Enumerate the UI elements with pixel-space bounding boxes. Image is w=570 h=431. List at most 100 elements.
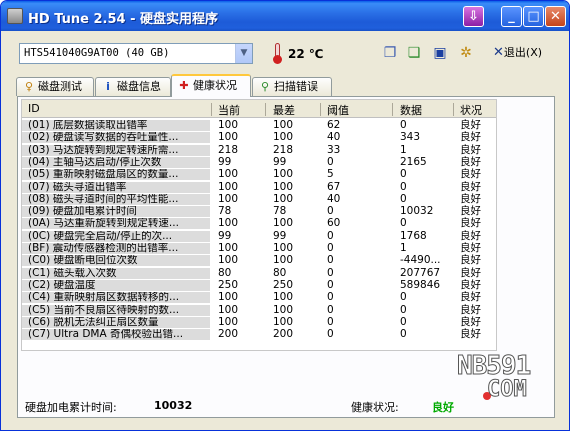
cell-current: 100 — [218, 168, 239, 181]
cell-data: 0 — [400, 291, 407, 304]
cell-status: 良好 — [460, 119, 481, 131]
temperature-readout: 22 ℃ — [288, 47, 324, 61]
table-row[interactable]: (04) 主轴马达启动/停止次数 99 99 0 2165 良好 — [22, 155, 496, 168]
table-row[interactable]: (05) 重新映射磁盘扇区的数量... 100 100 5 0 良好 — [22, 168, 496, 181]
cell-status: 良好 — [460, 205, 481, 218]
table-row[interactable]: (09) 硬盘加电累计时间 78 78 0 10032 良好 — [22, 205, 496, 218]
cell-worst: 78 — [273, 205, 287, 218]
cell-data: -4490... — [400, 254, 441, 267]
cell-current: 100 — [218, 242, 239, 254]
save-icon[interactable]: ▣ — [431, 44, 449, 62]
cell-status: 良好 — [460, 242, 481, 254]
smart-table[interactable]: ID 当前 最差 阈值 数据 状况 (01) 底层数据读取出错率 100 100 62… — [21, 99, 497, 351]
cell-threshold: 67 — [327, 180, 341, 193]
cell-current: 100 — [218, 291, 239, 304]
hdtune-app-icon — [7, 8, 23, 24]
cell-threshold: 0 — [327, 229, 334, 242]
cell-id: (0C) 硬盘完全启动/停止的次... — [22, 230, 210, 242]
health-value: 良好 — [432, 401, 454, 414]
cell-threshold: 5 — [327, 168, 334, 181]
table-row[interactable]: (C4) 重新映射扇区数据转移的... 100 100 0 0 良好 — [22, 291, 496, 304]
cell-data: 0 — [400, 217, 407, 230]
copy-text-icon[interactable]: ❐ — [381, 44, 399, 62]
cell-threshold: 0 — [327, 254, 334, 267]
cell-id: (C0) 硬盘断电回位次数 — [22, 255, 210, 267]
table-row[interactable]: (C1) 磁头载入次数 80 80 0 207767 良好 — [22, 266, 496, 279]
cell-data: 1768 — [400, 229, 427, 242]
table-row[interactable]: (08) 磁头寻道时间的平均性能... 100 100 40 0 良好 — [22, 192, 496, 205]
cell-current: 100 — [218, 131, 239, 144]
cell-data: 10032 — [400, 205, 434, 218]
copy-screenshot-icon[interactable]: ❏ — [405, 44, 423, 62]
col-worst-header[interactable]: 最差 — [273, 102, 295, 118]
cell-id: (0A) 马达重新旋转到规定转速... — [22, 218, 210, 230]
watermark-line2: COM — [487, 377, 528, 403]
cell-threshold: 0 — [327, 303, 334, 316]
tab-health-label: 健康状况 — [193, 79, 237, 92]
col-current-header[interactable]: 当前 — [218, 102, 240, 118]
cell-data: 2165 — [400, 155, 427, 168]
cell-current: 80 — [218, 266, 232, 279]
table-row[interactable]: (02) 硬盘读写数据的吞吐量性... 100 100 40 343 良好 — [22, 131, 496, 144]
cell-current: 100 — [218, 303, 239, 316]
table-row[interactable]: (0A) 马达重新旋转到规定转速... 100 100 60 0 良好 — [22, 217, 496, 230]
col-id-header[interactable]: ID — [28, 102, 40, 115]
col-threshold-header[interactable]: 阈值 — [327, 102, 349, 118]
download-icon[interactable]: ⇩ — [463, 6, 484, 27]
cell-worst: 100 — [273, 217, 294, 230]
cell-status: 良好 — [460, 254, 481, 267]
cell-current: 100 — [218, 254, 239, 267]
cell-status: 良好 — [460, 291, 481, 304]
tab-info-label: 磁盘信息 — [117, 80, 161, 93]
table-row[interactable]: (BF) 震动传感器检测的出错率... 100 100 0 1 良好 — [22, 243, 496, 254]
col-status-header[interactable]: 状况 — [460, 102, 482, 118]
cell-status: 良好 — [460, 180, 481, 193]
cell-current: 100 — [218, 217, 239, 230]
minimize-button[interactable]: _ — [501, 6, 522, 27]
cell-status: 良好 — [460, 168, 481, 181]
table-row[interactable]: (C6) 脱机无法纠正扇区数量 100 100 0 0 良好 — [22, 315, 496, 328]
cell-threshold: 0 — [327, 205, 334, 218]
tab-health[interactable]: ✚ 健康状况 — [171, 74, 251, 97]
table-row[interactable]: (C0) 硬盘断电回位次数 100 100 0 -4490... 良好 — [22, 254, 496, 267]
cell-worst: 250 — [273, 278, 294, 291]
cell-threshold: 0 — [327, 315, 334, 328]
table-header: ID 当前 最差 阈值 数据 状况 — [22, 100, 496, 118]
table-row[interactable]: (01) 底层数据读取出错率 100 100 62 0 良好 — [22, 120, 496, 131]
tab-benchmark[interactable]: ♀ 磁盘测试 — [16, 77, 94, 96]
cell-worst: 100 — [273, 192, 294, 205]
table-row[interactable]: (0C) 硬盘完全启动/停止的次... 99 99 0 1768 良好 — [22, 229, 496, 242]
col-data-header[interactable]: 数据 — [400, 102, 422, 118]
maximize-button[interactable]: □ — [523, 6, 544, 27]
table-row[interactable]: (C2) 硬盘温度 250 250 0 589846 良好 — [22, 278, 496, 291]
cell-data: 1 — [400, 143, 407, 156]
table-row[interactable]: (C7) Ultra DMA 奇偶校验出错... 200 200 0 0 良好 — [22, 328, 496, 341]
cell-status: 良好 — [460, 192, 481, 205]
cell-status: 良好 — [460, 131, 481, 144]
drive-select[interactable]: HTS541040G9AT00 (40 GB) ▼ — [19, 43, 253, 64]
health-label: 健康状况: — [351, 401, 399, 414]
cell-worst: 100 — [273, 315, 294, 328]
tab-error-scan-label: 扫描错误 — [274, 80, 318, 93]
title-bar[interactable]: HD Tune 2.54 - 硬盘实用程序 ⇩ _ □ ✕ — [1, 1, 569, 31]
table-row[interactable]: (C5) 当前不良扇区待映射的数... 100 100 0 0 良好 — [22, 303, 496, 316]
cell-data: 0 — [400, 315, 407, 328]
cell-id: (04) 主轴马达启动/停止次数 — [22, 156, 210, 168]
cell-id: (03) 马达旋转到规定转速所需... — [22, 144, 210, 156]
table-row[interactable]: (03) 马达旋转到规定转速所需... 218 218 33 1 良好 — [22, 143, 496, 156]
table-row[interactable]: (07) 磁头寻道出错率 100 100 67 0 良好 — [22, 180, 496, 193]
cell-current: 78 — [218, 205, 232, 218]
cell-current: 100 — [218, 315, 239, 328]
exit-button[interactable]: ✕退出(X) — [493, 44, 542, 60]
chevron-down-icon[interactable]: ▼ — [235, 44, 252, 63]
cell-status: 良好 — [460, 303, 481, 316]
tab-error-scan[interactable]: ⚲ 扫描错误 — [252, 77, 332, 96]
close-button[interactable]: ✕ — [545, 6, 566, 27]
options-icon[interactable]: ✲ — [457, 44, 475, 62]
cell-worst: 218 — [273, 143, 294, 156]
cell-current: 250 — [218, 278, 239, 291]
tab-info[interactable]: i 磁盘信息 — [95, 77, 171, 96]
cell-data: 0 — [400, 119, 407, 131]
cell-threshold: 0 — [327, 328, 334, 341]
cell-id: (C2) 硬盘温度 — [22, 279, 210, 291]
